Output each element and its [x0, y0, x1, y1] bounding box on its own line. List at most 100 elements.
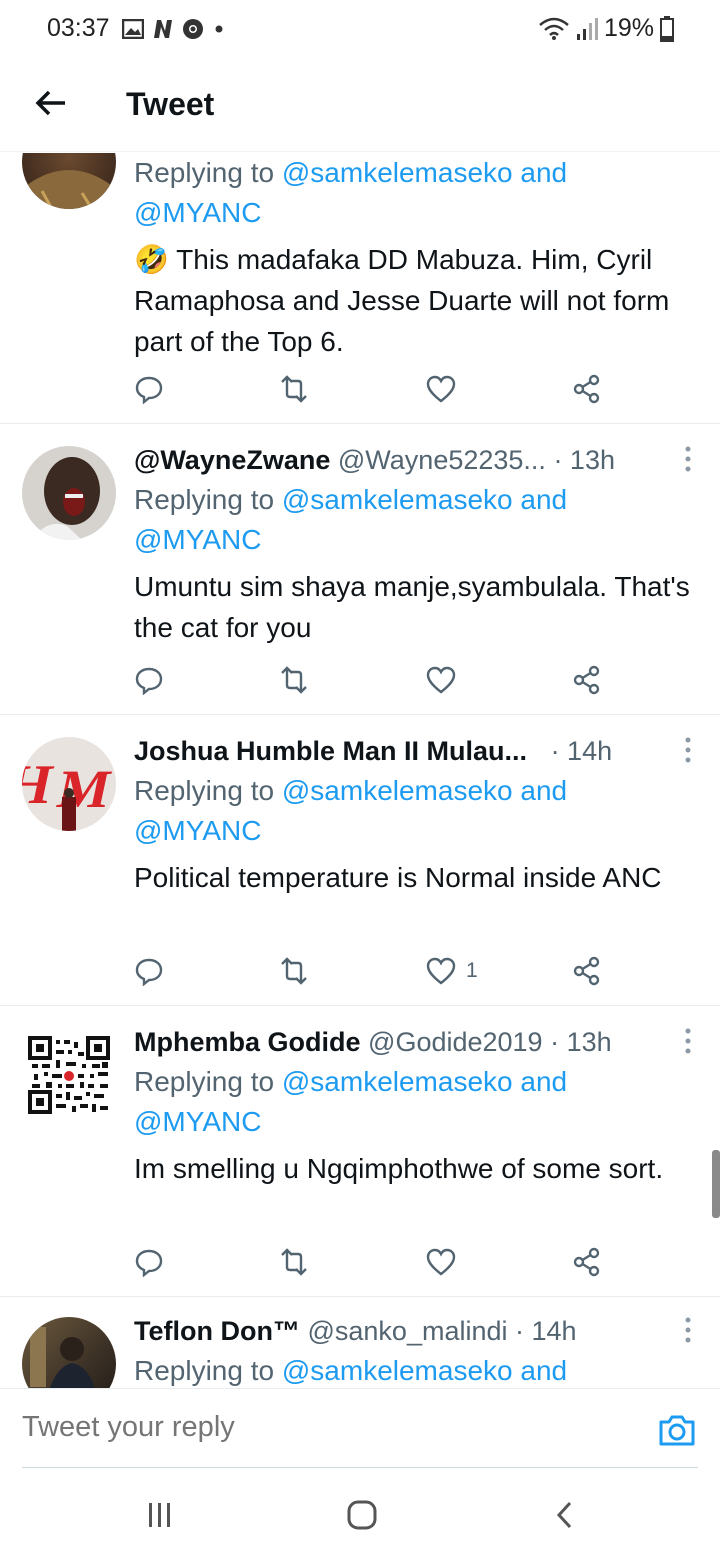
retweet-button[interactable] [278, 371, 310, 407]
retweet-button[interactable] [278, 953, 310, 989]
camera-icon[interactable] [658, 1413, 696, 1447]
share-icon [573, 1247, 600, 1277]
replying-to: Replying to @samkelemaseko and [134, 480, 690, 520]
more-vertical-icon[interactable] [684, 1317, 692, 1343]
heart-icon [426, 957, 456, 985]
timestamp[interactable]: · 13h [550, 1027, 612, 1057]
tweet-text: Political temperature is Normal inside A… [134, 862, 662, 893]
share-button[interactable] [572, 662, 602, 698]
like-count: 1 [466, 959, 478, 982]
avatar[interactable] [22, 153, 116, 209]
tweet-actions [134, 1244, 614, 1280]
page-title: Tweet [126, 86, 215, 122]
heart-icon [426, 375, 456, 403]
replying-to: Replying to @samkelemaseko and [134, 153, 690, 193]
reply-button[interactable] [134, 1244, 164, 1280]
like-button[interactable]: 1 [426, 953, 478, 989]
display-name[interactable]: Teflon Don™ [134, 1316, 300, 1346]
display-name[interactable]: @WayneZwane [134, 445, 330, 475]
tweet-text: Im smelling u Ngqimphothwe of some sort. [134, 1153, 664, 1184]
dot-icon [215, 25, 223, 33]
replying-to-label: Replying to [134, 484, 275, 515]
retweet-icon [281, 375, 307, 403]
tweet-actions [134, 371, 614, 407]
recent-apps-icon[interactable] [146, 1500, 174, 1530]
mention-link[interactable]: @MYANC [134, 520, 690, 560]
replying-to: Replying to @samkelemaseko and [134, 1351, 690, 1388]
like-button[interactable] [426, 371, 466, 407]
share-button[interactable] [572, 371, 602, 407]
timestamp[interactable]: · 14h [515, 1316, 577, 1346]
reply-feed[interactable]: Replying to @samkelemaseko and @MYANC 🤣 … [0, 153, 720, 1388]
mention-link[interactable]: @samkelemaseko and [282, 775, 567, 806]
share-button[interactable] [572, 953, 602, 989]
input-underline [22, 1467, 698, 1468]
tweet-text: 🤣 This madafaka DD Mabuza. Him, Cyril Ra… [134, 244, 670, 357]
mention-link[interactable]: @MYANC [134, 193, 690, 233]
more-vertical-icon[interactable] [684, 446, 692, 472]
mention-link[interactable]: @samkelemaseko and [282, 1066, 567, 1097]
avatar[interactable] [22, 1317, 116, 1388]
more-vertical-icon[interactable] [684, 737, 692, 763]
mention-link[interactable]: @samkelemaseko and [282, 157, 567, 188]
replying-to-label: Replying to [134, 157, 275, 188]
reply-button[interactable] [134, 953, 164, 989]
tweet-reply-input[interactable] [22, 1411, 582, 1444]
system-icons: 19% [538, 14, 674, 43]
tweet-actions: 1 [134, 953, 614, 989]
share-button[interactable] [572, 1244, 602, 1280]
share-icon [573, 665, 600, 695]
reply-composer [0, 1388, 720, 1468]
replying-to: Replying to @samkelemaseko and [134, 771, 690, 811]
more-vertical-icon[interactable] [684, 1028, 692, 1054]
n-app-icon [154, 20, 172, 38]
replying-to-label: Replying to [134, 1066, 275, 1097]
retweet-button[interactable] [278, 1244, 310, 1280]
reply-button[interactable] [134, 371, 164, 407]
battery-level: 19% [603, 14, 654, 42]
mention-link[interactable]: @samkelemaseko and [282, 1355, 567, 1386]
like-button[interactable] [426, 1244, 466, 1280]
mention-link[interactable]: @samkelemaseko and [282, 484, 567, 515]
back-nav-icon[interactable] [554, 1500, 574, 1530]
tweet[interactable]: HM Joshua Humble Man II Mulau... · 14h R… [0, 715, 720, 1006]
tweet[interactable]: Teflon Don™ @sanko_malindi · 14h Replyin… [0, 1297, 720, 1388]
replying-to-label: Replying to [134, 1355, 275, 1386]
chrome-icon [183, 19, 203, 39]
tweet[interactable]: @WayneZwane @Wayne52235... · 13h Replyin… [0, 424, 720, 715]
timestamp[interactable]: · 14h [551, 736, 613, 766]
reply-icon [135, 958, 163, 986]
scrollbar[interactable] [712, 1150, 720, 1218]
username[interactable]: @Godide2019 [368, 1027, 543, 1057]
top-app-bar: Tweet [0, 62, 720, 152]
avatar[interactable] [22, 1028, 116, 1122]
arrow-left-icon[interactable] [34, 86, 68, 120]
wifi-icon [539, 17, 569, 40]
username[interactable]: @Wayne52235... [338, 445, 546, 475]
status-time: 03:37 [47, 14, 110, 42]
mention-link[interactable]: @MYANC [134, 811, 690, 851]
reply-button[interactable] [134, 662, 164, 698]
display-name[interactable]: Mphemba Godide [134, 1027, 361, 1057]
mention-link[interactable]: @MYANC [134, 1102, 690, 1142]
svg-text:H: H [22, 755, 58, 816]
tweet[interactable]: Replying to @samkelemaseko and @MYANC 🤣 … [0, 153, 720, 424]
retweet-icon [281, 957, 307, 985]
home-icon[interactable] [346, 1500, 378, 1530]
display-name[interactable]: Joshua Humble Man II Mulau... [134, 736, 527, 766]
tweet-actions [134, 662, 614, 698]
reply-icon [135, 667, 163, 695]
avatar[interactable] [22, 446, 116, 540]
system-navigation-bar [0, 1470, 720, 1560]
like-button[interactable] [426, 662, 466, 698]
tweet-header: Mphemba Godide @Godide2019 · 13h [134, 1024, 612, 1060]
timestamp[interactable]: · 13h [553, 445, 615, 475]
gallery-icon [122, 19, 144, 39]
avatar[interactable]: HM [22, 737, 116, 831]
username[interactable]: @sanko_malindi [307, 1316, 507, 1346]
battery-icon [660, 15, 674, 42]
tweet[interactable]: Mphemba Godide @Godide2019 · 13h Replyin… [0, 1006, 720, 1297]
tweet-header: Teflon Don™ @sanko_malindi · 14h [134, 1313, 577, 1349]
retweet-button[interactable] [278, 662, 310, 698]
tweet-header: Joshua Humble Man II Mulau... · 14h [134, 733, 612, 769]
